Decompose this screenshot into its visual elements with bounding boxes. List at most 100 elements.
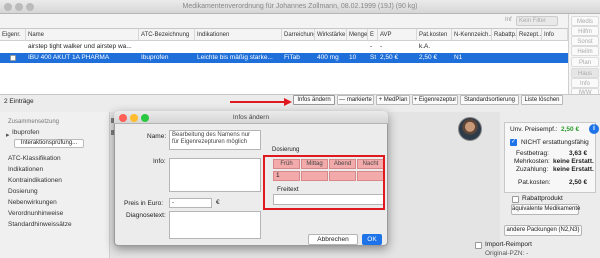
column-header[interactable]: Pat.kosten [417, 29, 452, 41]
dialog-title: Infos ändern [232, 114, 270, 121]
rabattprodukt-checkbox[interactable] [512, 196, 519, 203]
column-header[interactable]: ATC-Bezeichnung [139, 29, 195, 41]
column-header[interactable]: Wirkstärke [315, 29, 347, 41]
sidebar-item-atc[interactable]: ATC-Klassifikation [8, 155, 61, 162]
info-icon[interactable]: i [589, 124, 599, 134]
column-header[interactable]: Darreichung [282, 29, 315, 41]
andere-packungen-button[interactable]: andere Packungen (N2,N3) [504, 225, 582, 236]
medplan-button[interactable]: + MedPlan [376, 95, 410, 105]
detail-sidebar: Zusammensetzung Ibuprofen ATC-Klassifika… [0, 112, 110, 258]
aequivalente-medikamente-button[interactable]: äquivalente Medikamente [511, 204, 580, 215]
close-icon[interactable] [4, 3, 12, 11]
column-header[interactable]: AVP [378, 29, 417, 41]
rabattprodukt-label: Rabattprodukt [522, 195, 563, 202]
info-label: Info: [153, 158, 166, 165]
side-tab-haus[interactable]: Haus [571, 68, 599, 78]
column-header[interactable]: Name [26, 29, 139, 41]
patkosten-label: Pat.kosten: [518, 179, 551, 186]
column-header[interactable]: Rabattp.. [492, 29, 517, 41]
side-tab-plan[interactable]: Plan [571, 57, 599, 67]
column-header[interactable]: E [368, 29, 378, 41]
dialog-titlebar: Infos ändern [114, 111, 388, 124]
sidebar-item-nebenwirkungen[interactable]: Nebenwirkungen [8, 199, 57, 206]
cell-avp: 2,50 € [380, 54, 399, 61]
side-tab-sonst[interactable]: Sonst [571, 36, 599, 46]
mehrkosten-label: Mehrkosten: [514, 158, 550, 165]
triangle-icon: ▸ [6, 132, 10, 139]
sidebar-item-kontraindikationen[interactable]: Kontraindikationen [8, 177, 62, 184]
filter-select[interactable]: Kein Filter [516, 16, 558, 26]
window-titlebar: Medikamentenverordnung für Johannes Zoll… [0, 0, 600, 14]
dosage-highlight [263, 155, 385, 210]
column-header[interactable]: Info [542, 29, 568, 41]
patkosten-value: 2,50 € [569, 179, 588, 186]
ingredient-label: Ibuprofen [12, 129, 40, 136]
cell-patkosten: 2,50 € [419, 54, 438, 61]
name-label: Name: [147, 133, 167, 140]
dialog-zoom-icon[interactable] [141, 114, 149, 122]
side-tabs: Medis Hilfm Sonst Heilm Plan Haus Info I… [568, 14, 600, 96]
import-reimport-label: Import-Reimport [485, 241, 532, 248]
festbetrag-value: 3,63 € [569, 150, 588, 157]
zuzahlung-label: Zuzahlung: [516, 166, 549, 173]
zusammensetzung-heading: Zusammensetzung [8, 119, 60, 125]
cell-menge: 10 [349, 54, 357, 61]
liste-loeschen-button[interactable]: Liste löschen [521, 95, 563, 105]
nicht-erstattungsfaehig-label: NICHT erstattungsfähig [521, 139, 589, 146]
markierte-button[interactable]: — markierte [337, 95, 374, 105]
diagnosetext-label: Diagnosetext: [126, 212, 166, 219]
cell-atc: Ibuprofen [141, 54, 169, 61]
table-row-selected[interactable]: IBU 400 AKUT 1A PHARMA Ibuprofen Leichte… [0, 53, 568, 63]
side-tab-medis[interactable]: Medis [571, 16, 599, 26]
import-reimport-checkbox[interactable] [475, 242, 482, 249]
checkmark-icon[interactable]: ✓ [510, 139, 517, 146]
cell-e: - [370, 43, 373, 50]
cell-darreichung: FiTab [284, 54, 300, 61]
preis-in-euro-label: Preis in Euro: [124, 200, 164, 207]
name-field[interactable]: Bearbeitung des Namens nur für Eigenreze… [169, 130, 261, 150]
column-header[interactable]: N-Kennzeich.. [452, 29, 492, 41]
price-field[interactable]: - [169, 198, 212, 208]
diagnosetext-field[interactable] [169, 211, 261, 239]
column-header[interactable]: Rezept... [517, 29, 542, 41]
zuzahlung-value: keine Erstatt. [553, 166, 594, 173]
column-header[interactable]: Menge [347, 29, 368, 41]
standardsortierung-button[interactable]: Standardsortierung [460, 95, 519, 105]
column-header[interactable]: Indikationen [195, 29, 282, 41]
dialog-close-icon[interactable] [119, 114, 127, 122]
zoom-icon[interactable] [26, 3, 34, 11]
window-title: Medikamentenverordnung für Johannes Zoll… [182, 3, 418, 10]
entry-count: 2 Einträge [4, 98, 34, 105]
table-row[interactable]: airstep tight walker und airstep wa... -… [0, 42, 568, 52]
avatar [458, 117, 482, 141]
sidebar-item-indikationen[interactable]: Indikationen [8, 166, 43, 173]
cell-name: airstep tight walker und airstep wa... [28, 43, 132, 50]
row-checkbox[interactable] [10, 55, 16, 61]
cell-patkosten: k.A. [419, 43, 431, 50]
infos-aendern-button[interactable]: Infos ändern [293, 95, 335, 105]
cell-e: St [370, 54, 377, 61]
sidebar-item-verordnungshinweise[interactable]: Verordnunhinweise [8, 210, 63, 217]
filter-label: Inf [505, 17, 512, 23]
minimize-icon[interactable] [15, 3, 23, 11]
eigenrezeptur-button[interactable]: + Eigenrezeptur [412, 95, 458, 105]
ok-button[interactable]: OK [362, 234, 382, 245]
dialog-minimize-icon[interactable] [130, 114, 138, 122]
side-tab-heilm[interactable]: Heilm [571, 46, 599, 56]
cell-name: IBU 400 AKUT 1A PHARMA [28, 54, 110, 61]
cell-avp: - [380, 43, 383, 50]
preis-label: Unv. Preisempf.: [510, 126, 558, 133]
side-tab-info[interactable]: Info [571, 78, 599, 88]
side-tab-hilfm[interactable]: Hilfm [571, 26, 599, 36]
sidebar-item-dosierung[interactable]: Dosierung [8, 188, 38, 195]
info-field[interactable] [169, 158, 261, 192]
interaktionspruefung-button[interactable]: Interaktionsprüfung... [14, 139, 84, 148]
sidebar-item-standardhinweise[interactable]: Standardhinweissätze [8, 221, 72, 228]
cancel-button[interactable]: Abbrechen [308, 234, 358, 245]
cell-nkenn: N1 [454, 54, 463, 61]
mehrkosten-value: keine Erstatt. [553, 158, 594, 165]
festbetrag-label: Festbetrag: [516, 150, 549, 157]
cell-wirkstaerke: 400 mg [317, 54, 339, 61]
column-header[interactable]: Eigenr. [0, 29, 26, 41]
medication-table: Eigenr. Name ATC-Bezeichnung Indikatione… [0, 28, 568, 94]
